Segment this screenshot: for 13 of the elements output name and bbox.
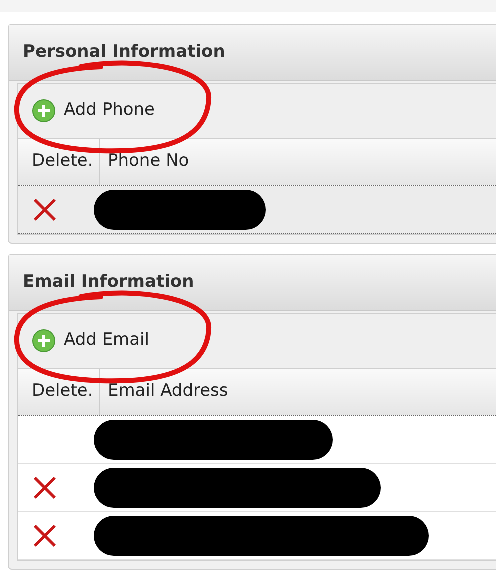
column-header: Delete. xyxy=(18,139,100,185)
delete-icon[interactable] xyxy=(32,474,58,500)
add-button[interactable]: Add Phone xyxy=(28,96,159,126)
add-icon xyxy=(32,329,56,353)
add-button[interactable]: Add Email xyxy=(28,326,154,356)
delete-icon[interactable] xyxy=(32,196,58,222)
column-header: Delete. xyxy=(18,369,100,415)
column-header: Email Address xyxy=(107,380,228,404)
section-title: Email Information xyxy=(23,270,194,294)
section-title: Personal Information xyxy=(23,40,226,64)
delete-icon[interactable] xyxy=(32,522,58,548)
column-header: Phone No xyxy=(107,150,190,174)
add-icon xyxy=(32,99,56,123)
